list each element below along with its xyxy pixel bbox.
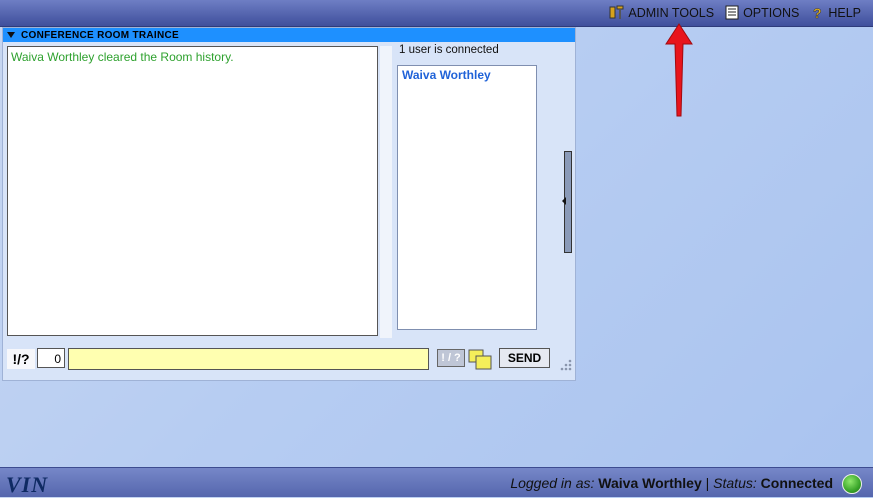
panel-title-bar[interactable]: CONFERENCE ROOM TRAINCE	[3, 28, 575, 42]
help-label: HELP	[828, 5, 861, 20]
help-icon: ?	[813, 5, 822, 20]
send-button[interactable]: SEND	[499, 348, 550, 368]
panel-title: CONFERENCE ROOM TRAINCE	[21, 29, 180, 41]
macro-button[interactable]: !/?	[7, 349, 35, 369]
status-value: Connected	[760, 475, 833, 491]
resize-grip-icon[interactable]	[560, 358, 572, 372]
vin-logo: VIN	[6, 472, 49, 497]
status-label: Status:	[713, 475, 757, 491]
options-link[interactable]: OPTIONS	[724, 5, 799, 20]
message-input[interactable]	[68, 348, 429, 370]
char-count: 0	[37, 348, 65, 368]
conference-room-panel: CONFERENCE ROOM TRAINCE Waiva Worthley c…	[2, 27, 576, 381]
options-icon	[725, 5, 739, 20]
help-link[interactable]: ? HELP	[809, 5, 861, 20]
chat-message: Waiva Worthley cleared the Room history.	[11, 50, 234, 64]
admin-tools-label: ADMIN TOOLS	[628, 5, 715, 20]
login-status: Logged in as: Waiva Worthley | Status: C…	[510, 475, 833, 491]
red-arrow-annotation	[665, 23, 693, 117]
status-indicator-icon	[842, 474, 862, 494]
status-bar: VIN Logged in as: Waiva Worthley | Statu…	[0, 467, 873, 497]
user-list-item[interactable]: Waiva Worthley	[402, 68, 532, 82]
emote-button[interactable]: ! / ?	[437, 349, 465, 367]
svg-text:?: ?	[813, 5, 822, 20]
chat-scrollbar[interactable]	[380, 46, 392, 338]
status-separator: |	[705, 475, 710, 491]
users-list[interactable]: Waiva Worthley	[397, 65, 537, 330]
admin-tools-link[interactable]: ADMIN TOOLS	[609, 5, 714, 20]
users-count: 1 user is connected	[399, 44, 499, 56]
panel-collapse-handle[interactable]	[562, 151, 572, 253]
chevron-down-icon[interactable]	[7, 32, 15, 38]
options-label: OPTIONS	[743, 5, 800, 20]
message-input-row: !/? 0 ! / ? SEND	[7, 347, 572, 371]
logged-in-user: Waiva Worthley	[598, 475, 702, 491]
chat-log[interactable]: Waiva Worthley cleared the Room history.	[7, 46, 378, 336]
logged-in-label: Logged in as:	[510, 475, 595, 491]
top-nav: ADMIN TOOLS OPTIONS ? HELP	[609, 5, 861, 20]
copy-icon[interactable]	[468, 349, 494, 371]
top-bar: ADMIN TOOLS OPTIONS ? HELP	[0, 0, 873, 27]
admin-tools-icon	[609, 5, 624, 19]
